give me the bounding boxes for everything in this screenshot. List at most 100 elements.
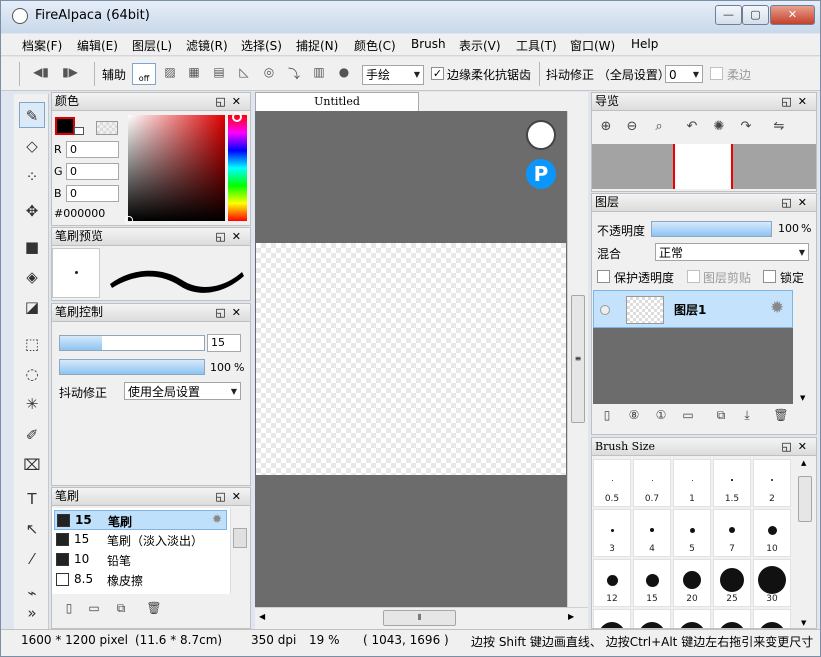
snap-dot-icon[interactable]: ● xyxy=(334,65,354,83)
brush-list-item[interactable]: 10 铅笔 xyxy=(54,550,227,570)
new-brush-icon[interactable]: ▯ xyxy=(60,601,78,619)
blend-mode-select[interactable]: 正常 xyxy=(655,243,809,262)
snap-cross-icon[interactable]: ▤ xyxy=(209,65,229,83)
r-input[interactable]: 0 xyxy=(66,141,119,158)
select-rect-tool[interactable]: ⬚ xyxy=(19,331,45,357)
eraser-tool[interactable]: ◇ xyxy=(19,133,45,159)
brush-size-cell[interactable]: 5 xyxy=(673,509,711,557)
brush-list-item[interactable]: 15 笔刷（淡入淡出） xyxy=(54,530,227,550)
snap-off-button[interactable]: off xyxy=(132,63,156,85)
rotate-reset-icon[interactable]: ✺ xyxy=(710,119,728,137)
canvas-viewport[interactable]: P xyxy=(255,111,567,607)
sub-color-swatch[interactable] xyxy=(74,127,84,135)
main-color-swatch[interactable] xyxy=(55,117,75,135)
scroll-up-icon[interactable]: ▲ xyxy=(801,459,806,467)
brush-size-cell[interactable]: 3 xyxy=(593,509,631,557)
brush-size-cell[interactable]: 4 xyxy=(633,509,671,557)
layer-opacity-slider[interactable] xyxy=(651,221,772,237)
maximize-button[interactable]: ▢ xyxy=(742,5,769,25)
new-layer-icon[interactable]: ▯ xyxy=(598,408,616,426)
operation-tool[interactable]: ↖ xyxy=(19,516,45,542)
new-folder-icon[interactable]: ▭ xyxy=(679,408,697,426)
zoom-out-icon[interactable]: ⊖ xyxy=(623,119,641,137)
panel-buttons[interactable]: ◱✕ xyxy=(781,438,813,455)
brush-mode-select[interactable]: 手绘 xyxy=(362,65,424,85)
brush-size-cell[interactable]: 25 xyxy=(713,559,751,607)
menu-window[interactable]: 窗口(W) xyxy=(570,37,615,54)
menu-view[interactable]: 表示(V) xyxy=(459,37,501,54)
brush-size-cell[interactable]: 30 xyxy=(753,559,791,607)
brush-size-cell[interactable] xyxy=(633,609,671,628)
snap-3d-perspective-icon[interactable]: ▥ xyxy=(309,65,329,83)
brush-size-cell[interactable] xyxy=(713,609,751,628)
lock-checkbox[interactable] xyxy=(763,270,776,283)
brush-size-cell[interactable]: 7 xyxy=(713,509,751,557)
brush-size-cell[interactable]: 10 xyxy=(753,509,791,557)
navigator-preview[interactable] xyxy=(592,144,816,189)
eyedropper-tool[interactable]: ⁄ xyxy=(19,546,45,572)
brush-opacity-slider[interactable] xyxy=(59,359,205,375)
flip-horizontal-icon[interactable]: ⇋ xyxy=(770,119,788,137)
clipping-checkbox[interactable] xyxy=(687,270,700,283)
scroll-right-icon[interactable]: ▶ xyxy=(568,612,574,621)
pen-tool[interactable]: ✎ xyxy=(19,102,45,128)
brush-size-cell[interactable]: 20 xyxy=(673,559,711,607)
menu-help[interactable]: Help xyxy=(631,37,658,51)
panel-buttons[interactable]: ◱✕ xyxy=(215,488,247,505)
zoom-fit-icon[interactable]: ⌕ xyxy=(650,119,668,137)
layer-list-scrollbar[interactable]: ▼ xyxy=(794,290,814,404)
select-pen-tool[interactable]: ✐ xyxy=(19,422,45,448)
snap-grid-icon[interactable]: ▦ xyxy=(184,65,204,83)
rotate-cw-icon[interactable]: ↷ xyxy=(737,119,755,137)
transparent-color-swatch[interactable] xyxy=(96,121,118,135)
panel-buttons[interactable]: ◱✕ xyxy=(781,93,813,110)
brush-size-scrollbar[interactable]: ▲ ▼ xyxy=(795,458,815,628)
panel-buttons[interactable]: ◱✕ xyxy=(215,93,247,110)
panel-buttons[interactable]: ◱✕ xyxy=(215,228,247,245)
canvas-horizontal-scrollbar[interactable]: ◀ ⦀ ▶ xyxy=(255,607,588,629)
saturation-value-picker[interactable] xyxy=(128,115,225,221)
panel-buttons[interactable]: ◱✕ xyxy=(781,194,813,211)
hue-cursor[interactable] xyxy=(232,112,242,122)
panel-buttons[interactable]: ◱✕ xyxy=(215,304,247,321)
brush-list-item[interactable]: 8.5 橡皮擦 xyxy=(54,570,227,590)
brush-size-cell[interactable]: 12 xyxy=(593,559,631,607)
brush-size-scroll-thumb[interactable] xyxy=(798,476,812,522)
scroll-left-icon[interactable]: ◀ xyxy=(259,612,265,621)
menu-tool[interactable]: 工具(T) xyxy=(516,37,557,54)
protect-alpha-checkbox[interactable] xyxy=(597,270,610,283)
magic-wand-tool[interactable]: ✳ xyxy=(19,391,45,417)
brush-size-cell[interactable]: 15 xyxy=(633,559,671,607)
lasso-tool[interactable]: ◌ xyxy=(19,361,45,387)
menu-filter[interactable]: 滤镜(R) xyxy=(186,37,228,54)
brush-size-cell[interactable]: 1.5 xyxy=(713,459,751,507)
zoom-in-icon[interactable]: ⊕ xyxy=(597,119,615,137)
b-input[interactable]: 0 xyxy=(66,185,119,202)
rotate-ccw-icon[interactable]: ↶ xyxy=(683,119,701,137)
navigator-viewport-frame[interactable] xyxy=(673,144,733,189)
dot-tool[interactable]: ⁘ xyxy=(19,164,45,190)
snap-perspective-icon[interactable]: ◺ xyxy=(234,65,254,83)
rotate-left-icon[interactable]: ◀▮ xyxy=(31,65,51,83)
stabilizer-select[interactable]: 0 xyxy=(665,65,703,84)
select-eraser-tool[interactable]: ⌧ xyxy=(19,452,45,478)
new-1bit-layer-icon[interactable]: ① xyxy=(652,408,670,426)
brush-size-cell[interactable]: 0.7 xyxy=(633,459,671,507)
brush-size-cell[interactable] xyxy=(753,609,791,628)
layer-visibility-icon[interactable] xyxy=(600,305,610,315)
scroll-down-icon[interactable]: ▼ xyxy=(801,619,806,627)
menu-layer[interactable]: 图层(L) xyxy=(132,37,172,54)
more-tools-button[interactable]: » xyxy=(19,604,45,622)
bucket-tool[interactable]: ◈ xyxy=(19,264,45,290)
canvas-vertical-scrollbar[interactable]: ≡ xyxy=(567,111,588,607)
menu-brush[interactable]: Brush xyxy=(411,37,446,51)
brush-list-scrollbar[interactable] xyxy=(230,508,248,594)
brush-size-cell[interactable]: 0.5 xyxy=(593,459,631,507)
tab-untitled[interactable]: Untitled xyxy=(255,92,419,111)
brush-stabilizer-select[interactable]: 使用全局设置 xyxy=(124,382,241,401)
dropper-tool[interactable]: ⌁ xyxy=(19,580,45,606)
firealpaca-mascot-icon[interactable] xyxy=(526,120,556,150)
scroll-thumb[interactable] xyxy=(233,528,247,548)
g-input[interactable]: 0 xyxy=(66,163,119,180)
horizontal-scroll-thumb[interactable]: ⦀ xyxy=(383,610,456,626)
